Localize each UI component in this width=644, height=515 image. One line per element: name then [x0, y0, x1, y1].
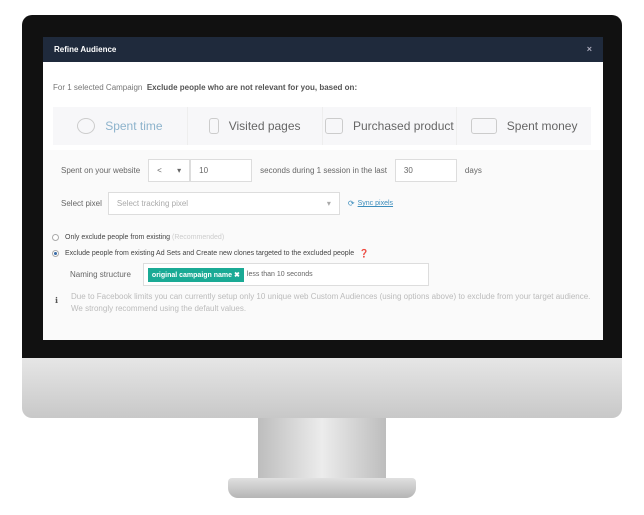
tab-label: Purchased product — [353, 119, 454, 133]
info-icon: ℹ — [55, 296, 59, 305]
intro-text: For 1 selected Campaign Exclude people w… — [53, 83, 357, 92]
days-label: days — [464, 166, 482, 175]
radio-button-selected[interactable] — [52, 250, 59, 257]
days-input[interactable]: 30 — [394, 159, 457, 182]
help-icon[interactable]: ❓ — [359, 249, 369, 258]
tab-label: Spent time — [105, 119, 163, 133]
clock-icon — [77, 118, 96, 134]
info-text: Due to Facebook limits you can currently… — [71, 292, 591, 313]
naming-row: Naming structure original campaign name … — [70, 263, 429, 286]
criteria-tabs: Spent time Visited pages Purchased produ… — [53, 107, 591, 145]
chevron-down-icon: ▾ — [177, 166, 182, 175]
chip-label: original campaign name — [151, 271, 233, 279]
close-icon[interactable]: × — [587, 44, 592, 54]
option-label: Exclude people from existing Ad Sets and… — [65, 250, 355, 257]
spent-middle-text: seconds during 1 session in the last — [260, 166, 387, 175]
tab-label: Visited pages — [228, 119, 301, 133]
option-exclude-and-clone[interactable]: Exclude people from existing Ad Sets and… — [52, 249, 369, 258]
naming-chip[interactable]: original campaign name ✖ — [147, 267, 244, 282]
spent-label: Spent on your website — [61, 166, 141, 175]
refresh-icon[interactable]: ⟳ — [348, 199, 355, 208]
remove-icon[interactable]: ✖ — [234, 272, 240, 279]
money-icon — [470, 118, 497, 134]
modal-title: Refine Audience — [54, 45, 117, 54]
recommended-note: (Recommended) — [172, 234, 225, 241]
intro-prefix: For 1 selected Campaign — [53, 83, 143, 92]
sync-pixels-link[interactable]: Sync pixels — [358, 200, 393, 207]
naming-input[interactable]: original campaign name ✖ less than 10 se… — [142, 263, 429, 286]
chevron-down-icon: ▾ — [326, 199, 331, 208]
monitor-chin — [22, 358, 622, 418]
refine-audience-modal: Refine Audience × For 1 selected Campaig… — [43, 37, 603, 340]
tab-purchased-product[interactable]: Purchased product — [323, 107, 458, 145]
pixel-placeholder: Select tracking pixel — [116, 199, 189, 208]
basket-icon — [325, 118, 343, 134]
tab-spent-time[interactable]: Spent time — [53, 107, 188, 145]
hand-pointer-icon — [208, 118, 219, 134]
tab-label: Spent money — [506, 119, 578, 133]
modal-header: Refine Audience × — [43, 37, 603, 62]
spent-row: Spent on your website < ▾ 10 seconds duri… — [61, 159, 482, 182]
naming-label: Naming structure — [70, 270, 131, 279]
naming-text: less than 10 seconds — [246, 271, 313, 278]
intro-main: Exclude people who are not relevant for … — [146, 83, 358, 92]
monitor-foot — [228, 478, 416, 498]
option-label: Only exclude people from existing — [65, 234, 171, 241]
tab-visited-pages[interactable]: Visited pages — [188, 107, 323, 145]
pixel-row: Select pixel Select tracking pixel ▾ ⟳ Syn… — [61, 192, 393, 215]
seconds-input[interactable]: 10 — [190, 159, 253, 182]
monitor-stand — [258, 418, 386, 480]
option-only-exclude[interactable]: Only exclude people from existing (Recom… — [52, 234, 224, 241]
pixel-label: Select pixel — [61, 199, 102, 208]
pixel-select[interactable]: Select tracking pixel ▾ — [107, 192, 340, 215]
operator-select[interactable]: < ▾ — [148, 159, 191, 182]
radio-button[interactable] — [52, 234, 59, 241]
operator-value: < — [157, 166, 162, 175]
tab-spent-money[interactable]: Spent money — [457, 107, 591, 145]
